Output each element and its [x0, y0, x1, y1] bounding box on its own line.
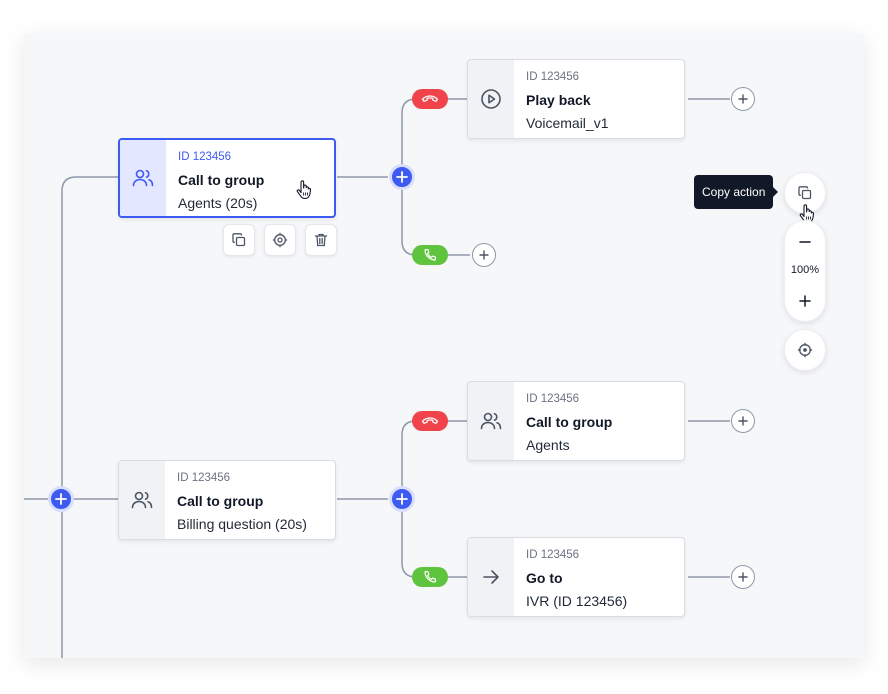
node-subtitle: Agents (20s) — [178, 194, 258, 211]
hangup-branch-pill[interactable] — [412, 411, 448, 431]
plus-icon — [738, 572, 748, 582]
add-step-button[interactable] — [731, 565, 755, 589]
node-subtitle: Billing question (20s) — [177, 515, 307, 532]
answer-branch-pill[interactable] — [412, 567, 448, 587]
node-call-to-group-billing[interactable]: ID 123456 Call to group Billing question… — [118, 460, 336, 540]
add-step-button[interactable] — [731, 87, 755, 111]
play-circle-icon — [481, 89, 501, 109]
node-title: Play back — [526, 91, 591, 108]
phone-hangup-icon — [421, 95, 439, 102]
node-subtitle: Voicemail_v1 — [526, 114, 609, 131]
minus-icon — [799, 241, 811, 243]
locate-node-button[interactable] — [264, 224, 296, 256]
add-branch-button[interactable] — [389, 486, 415, 512]
users-icon — [480, 412, 502, 430]
copy-node-button[interactable] — [223, 224, 255, 256]
plus-icon — [738, 94, 748, 104]
node-id: ID 123456 — [178, 151, 232, 163]
node-icon-box — [120, 140, 166, 216]
zoom-in-button[interactable] — [785, 286, 825, 316]
zoom-level: 100% — [790, 264, 820, 276]
node-subtitle: Agents — [526, 436, 570, 453]
node-id: ID 123456 — [177, 472, 231, 484]
node-title: Call to group — [178, 171, 265, 188]
add-branch-button[interactable] — [389, 164, 415, 190]
add-step-button[interactable] — [48, 486, 74, 512]
recenter-button[interactable] — [784, 329, 826, 371]
node-go-to[interactable]: ID 123456 Go to IVR (ID 123456) — [467, 537, 685, 617]
answer-branch-pill[interactable] — [412, 245, 448, 265]
phone-icon — [424, 570, 437, 583]
users-icon — [132, 169, 154, 187]
plus-icon — [55, 493, 67, 505]
node-id: ID 123456 — [526, 549, 580, 561]
copy-action-tooltip: Copy action — [694, 175, 779, 209]
plus-icon — [479, 250, 489, 260]
users-icon — [131, 491, 153, 509]
crosshair-icon — [797, 342, 813, 358]
target-icon — [272, 232, 288, 248]
node-id: ID 123456 — [526, 393, 580, 405]
copy-icon — [232, 233, 246, 247]
node-call-to-group-agents[interactable]: ID 123456 Call to group Agents — [467, 381, 685, 461]
add-step-button[interactable] — [472, 243, 496, 267]
flow-canvas[interactable]: ID 123456 Call to group Agents (20s) ID … — [24, 33, 864, 658]
zoom-out-button[interactable] — [785, 227, 825, 257]
node-icon-box — [468, 60, 514, 138]
hand-cursor-icon — [296, 180, 312, 200]
plus-icon — [396, 171, 408, 183]
node-subtitle: IVR (ID 123456) — [526, 592, 628, 609]
node-icon-box — [468, 382, 514, 460]
arrow-right-icon — [483, 570, 499, 584]
phone-icon — [424, 248, 437, 261]
node-icon-box — [119, 461, 165, 539]
phone-hangup-icon — [421, 417, 439, 424]
trash-icon — [314, 233, 328, 247]
delete-node-button[interactable] — [305, 224, 337, 256]
node-title: Call to group — [177, 492, 264, 509]
plus-icon — [396, 493, 408, 505]
connector-lines — [24, 98, 730, 658]
plus-icon — [799, 295, 811, 307]
node-id: ID 123456 — [526, 71, 580, 83]
node-title: Go to — [526, 569, 563, 586]
node-play-back[interactable]: ID 123456 Play back Voicemail_v1 — [467, 59, 685, 139]
hangup-branch-pill[interactable] — [412, 89, 448, 109]
plus-icon — [738, 416, 748, 426]
node-call-to-group-agents-20s[interactable]: ID 123456 Call to group Agents (20s) — [118, 138, 336, 218]
zoom-control: 100% — [784, 220, 826, 322]
copy-icon — [798, 186, 812, 200]
node-icon-box — [468, 538, 514, 616]
node-title: Call to group — [526, 413, 613, 430]
add-step-button[interactable] — [731, 409, 755, 433]
